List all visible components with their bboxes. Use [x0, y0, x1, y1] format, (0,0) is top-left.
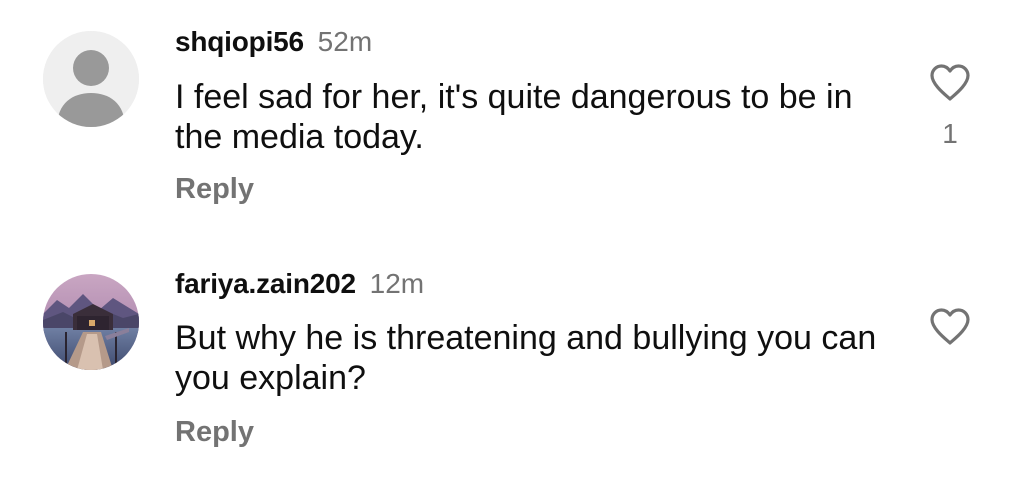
comment-text: But why he is threatening and bullying y…	[175, 319, 877, 397]
default-avatar[interactable]	[43, 31, 139, 127]
person-silhouette-icon	[43, 31, 139, 127]
comment-item: fariya.zain202 12m But why he is threate…	[0, 245, 1024, 486]
comment-item: shqiopi56 52m I feel sad for her, it's q…	[0, 0, 1024, 240]
comment-meta: shqiopi56 52m	[175, 25, 372, 59]
timestamp: 52m	[317, 26, 373, 57]
username[interactable]: shqiopi56	[175, 26, 304, 57]
comment-meta: fariya.zain202 12m	[175, 267, 424, 301]
like-button[interactable]	[928, 63, 972, 103]
profile-photo	[43, 274, 139, 370]
like-count: 1	[942, 118, 958, 149]
profile-photo-avatar[interactable]	[43, 274, 139, 370]
heart-outline-icon	[930, 64, 970, 101]
comment-text: I feel sad for her, it's quite dangerous…	[175, 78, 853, 156]
username[interactable]: fariya.zain202	[175, 268, 356, 299]
timestamp: 12m	[369, 268, 425, 299]
like-button[interactable]	[928, 307, 972, 347]
reply-button[interactable]: Reply	[175, 415, 254, 449]
heart-outline-icon	[930, 308, 970, 345]
reply-button[interactable]: Reply	[175, 172, 254, 206]
